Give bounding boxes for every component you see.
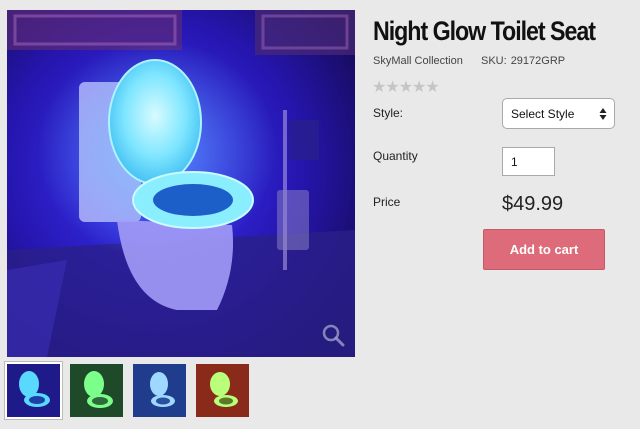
thumbnail-cool-blue-glow[interactable]: [131, 362, 188, 419]
sku-info: SKU: 29172GRP: [481, 55, 565, 67]
price-value: $49.99: [502, 193, 564, 215]
style-label: Style:: [373, 106, 404, 120]
quantity-label: Quantity: [373, 149, 418, 163]
updown-chevron-icon: [599, 108, 607, 120]
product-main-image[interactable]: [7, 10, 355, 357]
thumbnail-red-room-green-glow[interactable]: [194, 362, 251, 419]
product-title: Night Glow Toilet Seat: [373, 16, 596, 46]
price-label: Price: [373, 195, 401, 209]
thumbnail-blue-glow[interactable]: [4, 361, 63, 420]
thumbnail-green-glow[interactable]: [68, 362, 125, 419]
sku-label: SKU:: [481, 55, 507, 67]
sku-value: 29172GRP: [510, 55, 566, 67]
rating-stars[interactable]: ★★★★★: [372, 77, 440, 97]
collection-label: SkyMall Collection: [373, 55, 463, 67]
style-select-value: Select Style: [511, 107, 575, 121]
toilet-photo: [7, 10, 355, 357]
zoom-icon[interactable]: [321, 323, 345, 347]
add-to-cart-button[interactable]: Add to cart: [483, 229, 605, 270]
quantity-input[interactable]: [502, 147, 555, 176]
style-select[interactable]: Select Style: [502, 98, 615, 129]
